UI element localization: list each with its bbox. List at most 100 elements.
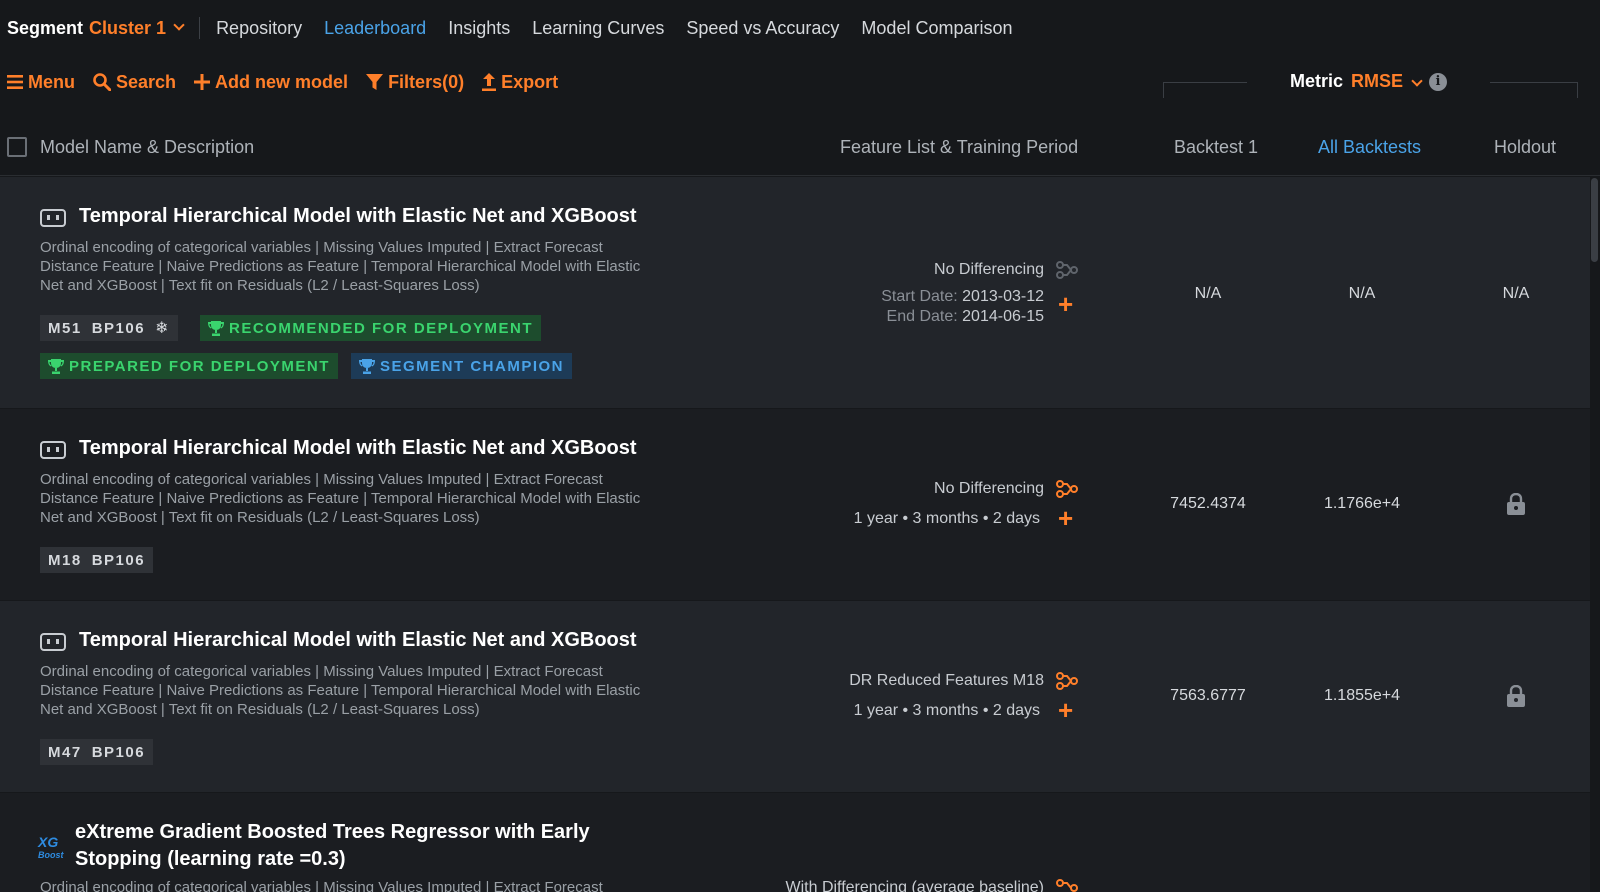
table-row[interactable]: Temporal Hierarchical Model with Elastic… (0, 601, 1590, 792)
plus-icon[interactable]: + (1058, 291, 1073, 317)
column-header-backtest-1[interactable]: Backtest 1 (1174, 137, 1258, 158)
training-end-date: End Date: 2014-06-15 (820, 308, 1044, 326)
select-all-checkbox[interactable] (7, 137, 27, 157)
plus-icon[interactable]: + (1058, 697, 1073, 723)
top-nav: Segment Cluster 1 Repository Leaderboard… (0, 0, 1600, 56)
start-date-label: Start Date: (881, 288, 958, 305)
table-row[interactable]: Temporal Hierarchical Model with Elastic… (0, 177, 1590, 408)
holdout-value[interactable]: N/A (1456, 285, 1576, 303)
all-backtests-value[interactable]: N/A (1302, 285, 1422, 303)
branch-icon[interactable] (1056, 261, 1078, 279)
search-button[interactable]: Search (93, 72, 176, 93)
recommended-label: RECOMMENDED FOR DEPLOYMENT (229, 319, 534, 337)
add-new-model-button[interactable]: Add new model (194, 72, 348, 93)
lock-icon[interactable] (1506, 493, 1526, 515)
model-id-badge: M47 BP106 (40, 739, 154, 765)
branch-icon[interactable] (1056, 480, 1078, 498)
xgboost-icon: XG Boost (38, 834, 68, 862)
tab-insights[interactable]: Insights (448, 18, 510, 39)
model-title[interactable]: Temporal Hierarchical Model with Elastic… (79, 629, 637, 652)
metric-frame-left (1163, 82, 1247, 98)
add-new-model-label: Add new model (215, 71, 349, 92)
filter-icon (366, 73, 384, 90)
all-backtests-value[interactable]: 1.1855e+4 (1302, 687, 1422, 705)
tab-model-comparison[interactable]: Model Comparison (861, 18, 1012, 39)
column-header-feature-list[interactable]: Feature List & Training Period (840, 137, 1078, 158)
end-date-value: 2014-06-15 (962, 308, 1044, 325)
model-blueprint-icon (40, 633, 66, 651)
model-title-continued[interactable]: Stopping (learning rate =0.3) (75, 848, 346, 871)
column-header-model-name[interactable]: Model Name & Description (40, 137, 254, 158)
menu-button[interactable]: Menu (7, 72, 75, 93)
segment-selector[interactable]: Cluster 1 (89, 18, 166, 39)
model-description: Ordinal encoding of categorical variable… (40, 663, 641, 718)
table-row[interactable]: eXtreme Gradient Boosted Trees Regressor… (0, 793, 1590, 892)
model-id-badge: M51 BP106 ❄ (40, 315, 178, 341)
model-title[interactable]: Temporal Hierarchical Model with Elastic… (79, 437, 637, 460)
xgboost-icon-line1: XG (38, 834, 59, 850)
model-title[interactable]: eXtreme Gradient Boosted Trees Regressor… (75, 821, 590, 844)
lock-icon[interactable] (1506, 685, 1526, 707)
blueprint-id: BP106 (91, 319, 146, 337)
model-description: Ordinal encoding of categorical variable… (40, 471, 641, 526)
info-icon[interactable]: i (1429, 73, 1447, 91)
model-title[interactable]: Temporal Hierarchical Model with Elastic… (79, 205, 637, 228)
column-header-holdout[interactable]: Holdout (1494, 137, 1556, 158)
plus-icon[interactable]: + (1058, 505, 1073, 531)
trophy-icon (48, 359, 64, 374)
export-button[interactable]: Export (482, 72, 558, 93)
model-id-badge: M18 BP106 (40, 547, 154, 573)
search-label: Search (116, 71, 177, 92)
model-id: M47 (48, 743, 82, 761)
prepared-label: PREPARED FOR DEPLOYMENT (69, 357, 330, 375)
toolbar: Menu Search Add new model Filters(0) Exp… (7, 68, 576, 96)
export-icon (482, 73, 497, 91)
branch-icon[interactable] (1056, 672, 1078, 690)
metric-label: Metric (1290, 71, 1344, 91)
scrollbar[interactable] (1591, 178, 1598, 262)
start-date-value: 2013-03-12 (962, 288, 1044, 305)
search-icon (93, 73, 111, 91)
tab-speed-vs-accuracy[interactable]: Speed vs Accuracy (686, 18, 839, 39)
trophy-icon (208, 321, 224, 336)
backtest-1-value[interactable]: 7452.4374 (1148, 495, 1268, 513)
chevron-down-icon[interactable] (173, 19, 185, 31)
menu-label: Menu (28, 71, 75, 92)
prepared-badge: PREPARED FOR DEPLOYMENT (40, 353, 338, 379)
feature-list-name[interactable]: DR Reduced Features M18 (800, 672, 1044, 690)
tab-learning-curves[interactable]: Learning Curves (532, 18, 664, 39)
column-header-all-backtests[interactable]: All Backtests (1318, 137, 1421, 158)
filters-button[interactable]: Filters(0) (366, 72, 464, 93)
branch-icon[interactable] (1056, 879, 1078, 892)
model-description: Ordinal encoding of categorical variable… (40, 879, 603, 892)
backtest-1-value[interactable]: 7563.6777 (1148, 687, 1268, 705)
chevron-down-icon[interactable] (1411, 75, 1423, 87)
feature-list-name[interactable]: With Differencing (average baseline) (740, 879, 1045, 892)
recommended-badge: RECOMMENDED FOR DEPLOYMENT (200, 315, 542, 341)
model-id: M18 (48, 551, 82, 569)
trophy-icon (359, 359, 375, 374)
training-period: 1 year • 3 months • 2 days (853, 510, 1040, 527)
all-backtests-value[interactable]: 1.1766e+4 (1302, 495, 1422, 513)
leaderboard-header: Model Name & Description Feature List & … (0, 122, 1600, 176)
tab-leaderboard[interactable]: Leaderboard (324, 18, 426, 39)
training-period: 1 year • 3 months • 2 days (853, 702, 1040, 719)
model-blueprint-icon (40, 209, 66, 227)
snowflake-icon: ❄ (155, 320, 170, 337)
segment-label: Segment (7, 17, 84, 38)
table-row[interactable]: Temporal Hierarchical Model with Elastic… (0, 409, 1590, 600)
blueprint-id: BP106 (91, 743, 146, 761)
plus-icon (194, 74, 211, 90)
metric-selector[interactable]: RMSE (1351, 71, 1403, 92)
feature-list-name[interactable]: No Differencing (820, 261, 1044, 279)
segment-champion-label: SEGMENT CHAMPION (380, 357, 565, 375)
nav-divider (199, 17, 201, 39)
end-date-label: End Date: (886, 308, 958, 325)
backtest-1-value[interactable]: N/A (1148, 285, 1268, 303)
xgboost-icon-line2: Boost (38, 850, 64, 860)
menu-icon (7, 75, 23, 89)
model-description: Ordinal encoding of categorical variable… (40, 239, 641, 294)
feature-list-name[interactable]: No Differencing (820, 480, 1044, 498)
tab-repository[interactable]: Repository (216, 18, 302, 39)
filters-label: Filters(0) (388, 71, 465, 92)
